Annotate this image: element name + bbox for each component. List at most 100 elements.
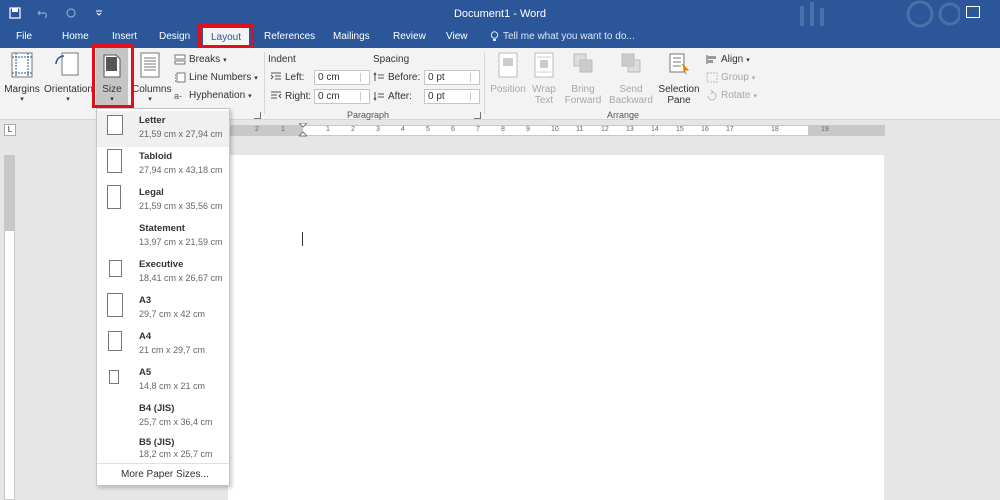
- bring-forward-button[interactable]: Bring Forward: [560, 52, 606, 106]
- title-bar-decoration: [800, 0, 960, 28]
- chevron-down-icon: ▾: [20, 96, 24, 103]
- group-button[interactable]: Group ▾: [706, 72, 755, 83]
- position-button[interactable]: Position: [488, 52, 528, 95]
- ruler-number: 5: [426, 126, 430, 133]
- selection-pane-label-1: Selection: [658, 84, 700, 95]
- ruler-number: 11: [576, 126, 584, 133]
- indent-heading: Indent: [268, 54, 296, 65]
- indent-left-icon: [270, 72, 281, 80]
- orientation-icon: [55, 52, 79, 76]
- tab-home[interactable]: Home: [62, 31, 89, 42]
- spacing-after-icon: [373, 92, 384, 101]
- page-setup-launcher-icon[interactable]: [254, 112, 261, 119]
- paper-size-dims: 29,7 cm x 42 cm: [139, 309, 206, 319]
- ruler-number: 9: [526, 126, 530, 133]
- wrap-text-label-2: Text: [534, 95, 554, 106]
- paper-size-dims: 25,7 cm x 36,4 cm: [139, 417, 213, 427]
- paper-size-a3[interactable]: A3 29,7 cm x 42 cm: [97, 291, 229, 327]
- tab-mailings[interactable]: Mailings: [333, 31, 370, 42]
- tell-me-text: Tell me what you want to do...: [503, 31, 635, 42]
- ruler-number: 7: [476, 126, 480, 133]
- breaks-button[interactable]: Breaks ▾: [174, 54, 227, 65]
- paper-size-dims: 21,59 cm x 27,94 cm: [139, 129, 223, 139]
- tab-design[interactable]: Design: [159, 31, 190, 42]
- vertical-ruler-top-margin: [5, 156, 14, 231]
- paper-size-letter[interactable]: Letter 21,59 cm x 27,94 cm: [97, 111, 229, 147]
- document-page[interactable]: [228, 155, 884, 500]
- tab-review[interactable]: Review: [393, 31, 426, 42]
- paper-size-b4-jis[interactable]: B4 (JIS) 25,7 cm x 36,4 cm: [97, 399, 229, 435]
- indent-right-input[interactable]: 0 cm: [314, 89, 370, 104]
- spacing-before-label: Before:: [388, 72, 421, 83]
- orientation-button[interactable]: Orientation ▾: [44, 52, 93, 103]
- chevron-down-icon: ▾: [254, 74, 258, 82]
- align-button[interactable]: Align ▾: [706, 54, 750, 65]
- paper-size-name: Letter: [139, 115, 166, 126]
- paper-size-b5-jis[interactable]: B5 (JIS) 18,2 cm x 25,7 cm: [97, 435, 229, 461]
- hyphenation-label: Hyphenation: [189, 90, 246, 101]
- more-paper-sizes-button[interactable]: More Paper Sizes...: [97, 463, 229, 485]
- arrange-group-label: Arrange: [607, 110, 640, 120]
- vertical-ruler[interactable]: [4, 155, 15, 500]
- tab-view[interactable]: View: [446, 31, 468, 42]
- tab-file[interactable]: File: [16, 31, 32, 42]
- paragraph-group-label: Paragraph: [347, 110, 390, 120]
- indent-marker-icon[interactable]: [299, 123, 307, 139]
- paper-size-legal[interactable]: Legal 21,59 cm x 35,56 cm: [97, 183, 229, 219]
- paper-size-dims: 13,97 cm x 21,59 cm: [139, 237, 223, 247]
- text-cursor: [302, 232, 303, 246]
- paper-size-tabloid[interactable]: Tabloid 27,94 cm x 43,18 cm: [97, 147, 229, 183]
- ruler-number: 8: [501, 126, 505, 133]
- paper-size-name: Legal: [139, 187, 164, 198]
- paper-size-a4[interactable]: A4 21 cm x 29,7 cm: [97, 327, 229, 363]
- horizontal-ruler[interactable]: 2 1 1 2 3 4 5 6 7 8 9 10 11 12 13 14 15 …: [230, 123, 885, 139]
- paper-size-executive[interactable]: Executive 18,41 cm x 26,67 cm: [97, 255, 229, 291]
- ruler-number: 1: [326, 126, 330, 133]
- indent-left-label: Left:: [285, 72, 305, 83]
- ruler-number: 6: [451, 126, 455, 133]
- rotate-label: Rotate: [721, 90, 751, 101]
- ribbon-separator: [484, 52, 485, 114]
- margins-icon: [11, 52, 33, 78]
- selection-pane-icon: [669, 53, 690, 75]
- tell-me-search[interactable]: Tell me what you want to do...: [490, 31, 635, 42]
- ruler-number: 17: [726, 126, 734, 133]
- ribbon-display-options-icon[interactable]: [966, 6, 980, 18]
- tab-references[interactable]: References: [264, 31, 315, 42]
- page-icon: [109, 260, 122, 277]
- bring-forward-label-2: Forward: [564, 95, 602, 106]
- page-icon: [107, 149, 122, 173]
- paper-size-statement[interactable]: Statement 13,97 cm x 21,59 cm: [97, 219, 229, 255]
- line-numbers-button[interactable]: Line Numbers ▾: [174, 72, 258, 83]
- chevron-down-icon: ▾: [248, 92, 252, 100]
- title-bar: Document1 - Word: [0, 0, 1000, 28]
- rotate-button[interactable]: Rotate ▾: [706, 90, 757, 101]
- chevron-down-icon: ▾: [751, 74, 756, 82]
- margins-label: Margins: [4, 84, 40, 95]
- breaks-label: Breaks: [189, 54, 221, 65]
- chevron-down-icon: ▾: [66, 96, 70, 103]
- rotate-icon: [707, 90, 717, 101]
- paragraph-launcher-icon[interactable]: [474, 112, 481, 119]
- page-icon: [109, 370, 119, 384]
- group-label: Group: [721, 72, 749, 83]
- hyphenation-button[interactable]: a- Hyphenation ▾: [174, 90, 252, 101]
- margins-button[interactable]: Margins ▾: [4, 52, 40, 103]
- paper-size-dims: 21 cm x 29,7 cm: [139, 345, 206, 355]
- ruler-number: 3: [376, 126, 380, 133]
- wrap-text-icon: [534, 52, 554, 78]
- selection-pane-button[interactable]: Selection Pane: [656, 52, 702, 106]
- spacing-before-input[interactable]: 0 pt: [424, 70, 480, 85]
- tab-selector-icon[interactable]: L: [4, 124, 16, 136]
- spacing-after-input[interactable]: 0 pt: [424, 89, 480, 104]
- columns-button[interactable]: Columns ▾: [132, 52, 171, 103]
- ruler-number: 1: [281, 126, 285, 133]
- tab-insert[interactable]: Insert: [112, 31, 137, 42]
- indent-left-input[interactable]: 0 cm: [314, 70, 370, 85]
- ruler-number: 12: [601, 126, 609, 133]
- paper-size-a5[interactable]: A5 14,8 cm x 21 cm: [97, 363, 229, 399]
- send-backward-button[interactable]: Send Backward: [606, 52, 656, 106]
- wrap-text-button[interactable]: Wrap Text: [528, 52, 560, 106]
- ruler-left-margin: [231, 126, 303, 135]
- paper-size-dims: 21,59 cm x 35,56 cm: [139, 201, 223, 211]
